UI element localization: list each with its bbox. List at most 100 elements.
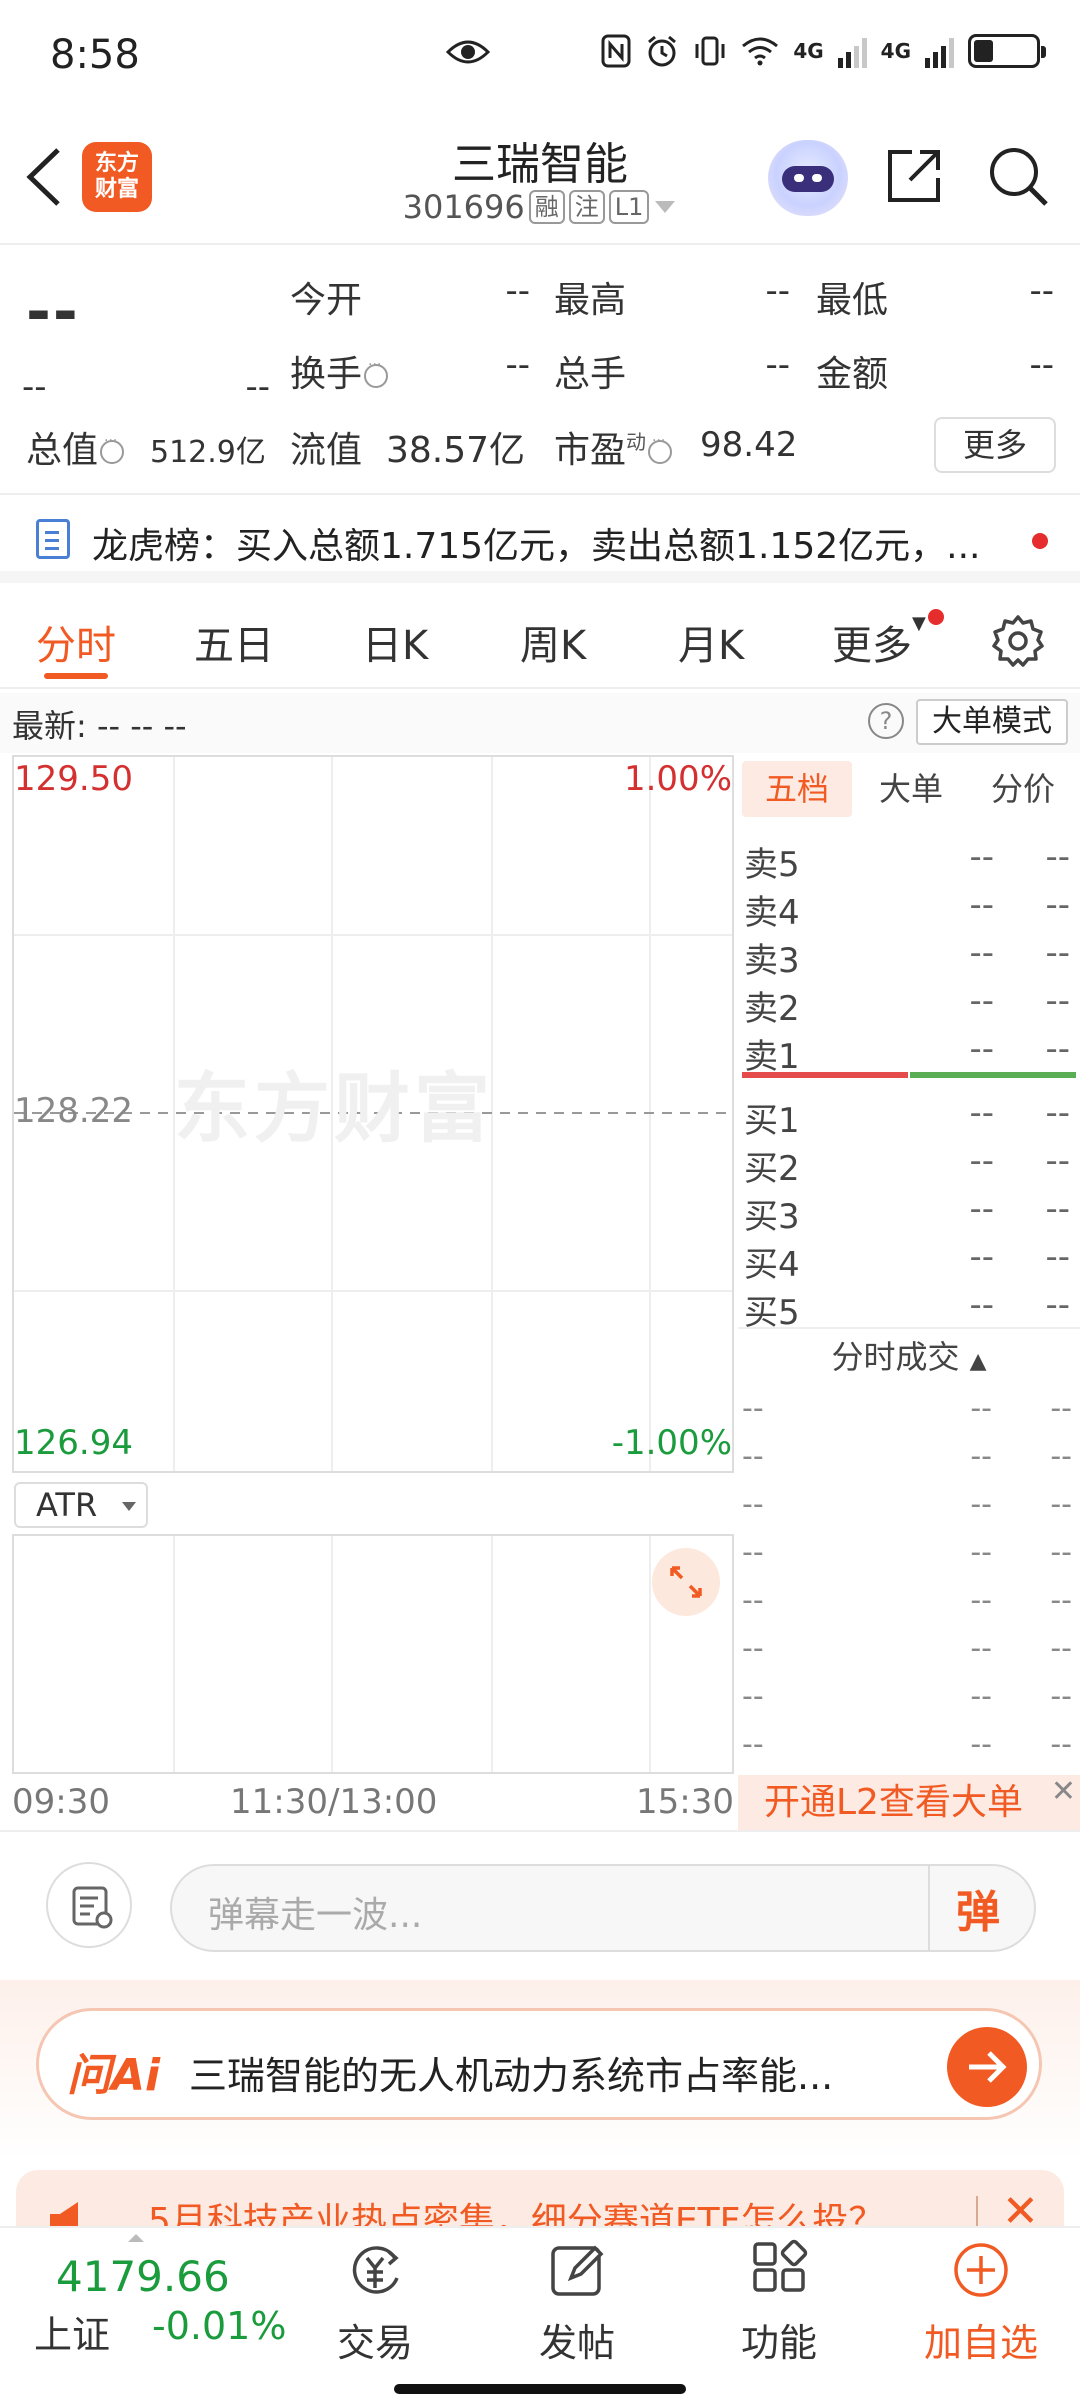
home-indicator [394, 2384, 686, 2394]
buy-level-row: 买5 -- -- [744, 1285, 1074, 1333]
intraday-chart[interactable]: 东方财富 129.50 1.00% 128.22 126.94 -1.00% [12, 755, 734, 1473]
time-axis: 09:30 11:30/13:00 15:30 [0, 1778, 740, 1824]
tick-time: -- [742, 1391, 764, 1426]
tab-five-levels[interactable]: 五档 [742, 761, 852, 817]
danmaku-send-button[interactable]: 弹 [956, 1876, 1000, 1940]
latest-values: 最新: -- -- -- [12, 707, 187, 745]
level-price: -- [969, 837, 994, 877]
danmaku-settings-icon[interactable] [46, 1862, 132, 1948]
tick-price: -- [970, 1535, 992, 1570]
l2-upgrade-banner[interactable]: 开通L2查看大单 ✕ [738, 1775, 1080, 1831]
arrow-right-icon[interactable] [947, 2027, 1027, 2107]
level-label: 买2 [744, 1149, 800, 1189]
level-price: -- [969, 1141, 994, 1181]
turnover-value: -- [505, 345, 530, 385]
level-label: 买4 [744, 1245, 800, 1285]
tick-row: -- -- -- [742, 1535, 1076, 1583]
nfc-icon [601, 34, 631, 68]
ai-logo: 问Ai [67, 2050, 161, 2101]
indicator-value: ATR [36, 1486, 98, 1524]
ticks-header[interactable]: 分时成交 ▲ [738, 1327, 1080, 1383]
amount-label: 金额 [816, 354, 889, 395]
tick-row: -- -- -- [742, 1631, 1076, 1679]
indicator-select[interactable]: ATR [14, 1482, 148, 1528]
tick-row: -- -- -- [742, 1439, 1076, 1487]
ai-question-pill[interactable]: 问Ai 三瑞智能的无人机动力系统市占率能... [36, 2008, 1042, 2120]
level-volume: -- [1045, 885, 1070, 925]
expand-icon[interactable] [652, 1548, 720, 1616]
caret-down-icon[interactable] [653, 199, 677, 215]
gear-icon[interactable] [990, 613, 1046, 669]
tick-time: -- [742, 1679, 764, 1714]
info-dots-icon[interactable] [648, 433, 673, 464]
price-change: -- [22, 367, 47, 407]
level-label: 卖2 [744, 989, 800, 1029]
close-icon[interactable]: ✕ [1051, 1775, 1076, 1809]
tab-big-orders[interactable]: 大单 [856, 761, 966, 817]
tab-more[interactable]: 更多▼ [832, 613, 926, 671]
tab-week-k[interactable]: 周K [520, 613, 586, 671]
nav-trade[interactable]: 交易 [300, 2238, 450, 2367]
last-price: -- [26, 277, 80, 347]
tab-five-day[interactable]: 五日 [194, 613, 274, 671]
ai-assistant-icon[interactable] [768, 140, 848, 216]
level-label: 买1 [744, 1101, 800, 1141]
grid-icon [753, 2239, 808, 2292]
nav-add-watchlist[interactable]: 加自选 [906, 2238, 1056, 2367]
nav-post[interactable]: 发帖 [502, 2238, 652, 2367]
info-dots-icon[interactable] [100, 433, 125, 464]
help-icon[interactable]: ? [868, 703, 904, 739]
tick-time: -- [742, 1727, 764, 1762]
search-icon[interactable] [986, 144, 1050, 208]
danmaku-input[interactable]: 弹幕走一波... 弹 [170, 1864, 1036, 1952]
buy-level-row: 买4 -- -- [744, 1237, 1074, 1285]
chart-tabs: 分时 五日 日K 周K 月K 更多▼ [0, 595, 1080, 689]
index-value[interactable]: 4179.66 [56, 2252, 230, 2301]
level-volume: -- [1045, 1029, 1070, 1069]
tick-price: -- [970, 1391, 992, 1426]
open-value: -- [505, 271, 530, 311]
tick-row: -- -- -- [742, 1679, 1076, 1727]
more-quote-button[interactable]: 更多 [934, 417, 1056, 473]
tab-price-distribution[interactable]: 分价 [968, 761, 1078, 817]
chart-bottom-pct: -1.00% [611, 1423, 732, 1463]
bottom-nav: 4179.66 上证 -0.01% 交易 发帖 功能 加自选 [0, 2226, 1080, 2400]
sell-level-row: 卖4 -- -- [744, 885, 1074, 933]
market-cap-value: 512.9亿 [150, 435, 266, 470]
info-dots-icon[interactable] [364, 357, 389, 388]
indicator-chart[interactable] [12, 1534, 734, 1774]
sell-level-row: 卖2 -- -- [744, 981, 1074, 1029]
signal-icon [837, 34, 867, 68]
vibrate-icon [695, 36, 725, 66]
pe-label: 市盈动 [554, 421, 673, 473]
dragon-tiger-board[interactable]: 龙虎榜：买入总额1.715亿元，卖出总额1.152亿元，... [0, 497, 1080, 583]
big-order-mode-button[interactable]: 大单模式 [916, 699, 1068, 745]
index-name[interactable]: 上证 [34, 2304, 110, 2359]
wifi-icon [742, 37, 779, 66]
level-price: -- [969, 981, 994, 1021]
level-volume: -- [1045, 981, 1070, 1021]
tab-intraday[interactable]: 分时 [36, 613, 116, 671]
caret-up-icon: ▲ [969, 1349, 987, 1374]
trade-icon [352, 2246, 399, 2294]
volume-label: 总手 [554, 354, 627, 395]
level-volume: -- [1045, 1189, 1070, 1229]
tick-volume: -- [1050, 1439, 1072, 1474]
share-icon[interactable] [884, 146, 944, 206]
level-volume: -- [1045, 1285, 1070, 1325]
tick-row: -- -- -- [742, 1487, 1076, 1535]
buy-level-row: 买1 -- -- [744, 1093, 1074, 1141]
tick-row: -- -- -- [742, 1583, 1076, 1631]
index-change[interactable]: -0.01% [152, 2304, 286, 2348]
tab-day-k[interactable]: 日K [362, 613, 428, 671]
level-price: -- [969, 1237, 994, 1277]
nav-functions-label: 功能 [740, 2321, 817, 2365]
ai-question-bar: 问Ai 三瑞智能的无人机动力系统市占率能... [0, 1980, 1080, 2160]
tab-month-k[interactable]: 月K [678, 613, 744, 671]
nav-functions[interactable]: 功能 [704, 2238, 854, 2367]
level-price: -- [969, 1029, 994, 1069]
chart-top-price: 129.50 [14, 759, 133, 799]
tick-time: -- [742, 1487, 764, 1522]
tick-volume: -- [1050, 1487, 1072, 1522]
level-volume: -- [1045, 837, 1070, 877]
